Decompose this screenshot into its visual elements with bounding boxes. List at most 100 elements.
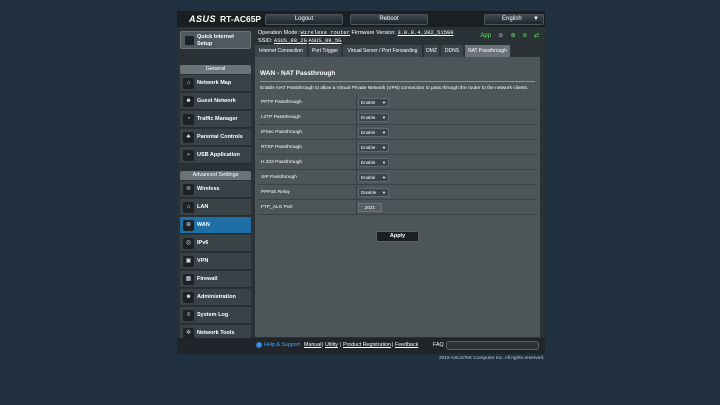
top-bar: ASUS RT-AC65P Logout Reboot English ▼	[177, 11, 545, 27]
op-mode-link[interactable]: Wireless router	[301, 29, 351, 36]
setting-label: L2TP Passthrough	[261, 115, 301, 120]
traffic-manager-icon: ◔	[183, 114, 194, 125]
user-icon[interactable]: ☺	[498, 33, 504, 39]
ipsec-passthrough-select[interactable]: Enable ▼	[358, 128, 389, 137]
tab-nat-passthrough[interactable]: NAT Passthrough	[465, 45, 511, 57]
globe-icon[interactable]: ⊕	[511, 33, 516, 39]
sidebar-item-firewall[interactable]: ▦ Firewall	[180, 271, 251, 288]
sidebar-item-label: IPv6	[197, 240, 209, 246]
usb-status-icon[interactable]: ⇄	[534, 33, 539, 39]
pppoe-relay-select[interactable]: Disable ▼	[358, 188, 389, 197]
wireless-icon: ≋	[183, 184, 194, 195]
router-admin-frame: ASUS RT-AC65P Logout Reboot English ▼ Op…	[177, 11, 545, 354]
sidebar-item-vpn[interactable]: ▣ VPN	[180, 253, 251, 270]
chevron-down-icon: ▼	[382, 175, 386, 180]
help-icon: ?	[256, 342, 262, 348]
sidebar-item-ipv6[interactable]: ◎ IPv6	[180, 235, 251, 252]
sidebar-item-label: Parental Controls	[197, 134, 243, 140]
select-value: Enable	[361, 145, 376, 150]
logout-button[interactable]: Logout	[265, 14, 343, 25]
quick-internet-setup-button[interactable]: Quick Internet Setup	[180, 31, 251, 49]
setting-row-sip: SIP Passthrough Enable ▼	[258, 170, 537, 185]
status-strip: Operation Mode: Wireless router Firmware…	[256, 28, 545, 46]
sidebar-item-lan[interactable]: ⌂ LAN	[180, 199, 251, 216]
sidebar-item-label: Firewall	[197, 276, 218, 282]
faq-search-input[interactable]	[446, 341, 539, 350]
tab-internet-connection[interactable]: Internet Connection	[255, 45, 308, 57]
setting-row-ftp-alg: FTP_ALG Port 2021	[258, 200, 537, 215]
setting-label: IPSec Passthrough	[261, 130, 303, 135]
sidebar-item-administration[interactable]: ☻ Administration	[180, 289, 251, 306]
sidebar-item-label: Wireless	[197, 186, 220, 192]
sidebar-item-usb-application[interactable]: ⌁ USB Application	[180, 147, 251, 164]
language-select[interactable]: English ▼	[484, 14, 544, 25]
sidebar-item-network-map[interactable]: ⌂ Network Map	[180, 75, 251, 92]
sip-passthrough-select[interactable]: Enable ▼	[358, 173, 389, 182]
cell-divider	[356, 125, 357, 140]
app-label[interactable]: App	[480, 33, 491, 39]
firmware-link[interactable]: 3.0.0.4.382_51599	[397, 29, 453, 36]
setting-label: FTP_ALG Port	[261, 205, 293, 210]
cell-divider	[356, 200, 357, 215]
sidebar-item-label: WAN	[197, 222, 210, 228]
setting-label: RTSP Passthrough	[261, 145, 302, 150]
sidebar-item-label: Network Tools	[197, 330, 235, 336]
tab-ddns[interactable]: DDNS	[441, 45, 464, 57]
setting-row-pppoe-relay: PPPoE Relay Disable ▼	[258, 185, 537, 200]
firmware-label: Firmware Version:	[351, 30, 396, 36]
sidebar-item-label: USB Application	[197, 152, 240, 158]
parental-controls-icon: ♣	[183, 132, 194, 143]
setting-row-h323: H.323 Passthrough Enable ▼	[258, 155, 537, 170]
chevron-down-icon: ▼	[382, 100, 386, 105]
sidebar-item-guest-network[interactable]: ☻ Guest Network	[180, 93, 251, 110]
cell-divider	[356, 155, 357, 170]
sidebar-item-label: LAN	[197, 204, 209, 210]
sidebar-item-label: Network Map	[197, 80, 232, 86]
sidebar-item-wan[interactable]: ⊕ WAN	[180, 217, 251, 234]
guest-network-icon: ☻	[183, 96, 194, 107]
select-value: Enable	[361, 175, 376, 180]
tab-port-trigger[interactable]: Port Trigger	[309, 45, 342, 57]
select-value: Enable	[361, 160, 376, 165]
setting-label: PPTP Passthrough	[261, 100, 302, 105]
ssid-5g-link[interactable]: ASUS_88_5G	[308, 37, 341, 44]
sidebar-item-label: Administration	[197, 294, 236, 300]
select-value: Disable	[361, 190, 377, 195]
chevron-down-icon: ▼	[382, 115, 386, 120]
model-name: RT-AC65P	[220, 14, 262, 24]
ssid-2g-link[interactable]: ASUS_88_2G	[274, 37, 307, 44]
help-support-label: Help & Support	[264, 342, 300, 348]
asus-logo: ASUS	[189, 14, 217, 24]
ftp-alg-port-input[interactable]: 2021	[358, 203, 382, 212]
faq-label: FAQ	[433, 342, 444, 348]
title-divider	[260, 81, 535, 82]
product-registration-link[interactable]: Product Registration	[343, 342, 391, 348]
apply-button[interactable]: Apply	[376, 231, 419, 242]
wifi-icon[interactable]: ≋	[522, 33, 527, 39]
chevron-down-icon: ▼	[382, 160, 386, 165]
quick-setup-icon	[185, 36, 194, 45]
tab-virtual-server[interactable]: Virtual Server / Port Forwarding	[343, 45, 423, 57]
feedback-link[interactable]: Feedback	[395, 342, 418, 348]
select-value: Enable	[361, 130, 376, 135]
sidebar-item-parental-controls[interactable]: ♣ Parental Controls	[180, 129, 251, 146]
h323-passthrough-select[interactable]: Enable ▼	[358, 158, 389, 167]
reboot-button[interactable]: Reboot	[350, 14, 428, 25]
sidebar-item-traffic-manager[interactable]: ◔ Traffic Manager	[180, 111, 251, 128]
l2tp-passthrough-select[interactable]: Enable ▼	[358, 113, 389, 122]
cell-divider	[356, 95, 357, 110]
chevron-down-icon: ▼	[382, 190, 386, 195]
sidebar-item-system-log[interactable]: ≡ System Log	[180, 307, 251, 324]
utility-link[interactable]: Utility	[325, 342, 338, 348]
tab-dmz[interactable]: DMZ	[424, 45, 440, 57]
sidebar-item-label: Traffic Manager	[197, 116, 238, 122]
chevron-down-icon: ▼	[533, 16, 539, 22]
chevron-down-icon: ▼	[382, 130, 386, 135]
rtsp-passthrough-select[interactable]: Enable ▼	[358, 143, 389, 152]
lan-icon: ⌂	[183, 202, 194, 213]
setting-row-l2tp: L2TP Passthrough Enable ▼	[258, 110, 537, 125]
cell-divider	[356, 110, 357, 125]
sidebar-item-wireless[interactable]: ≋ Wireless	[180, 181, 251, 198]
pptp-passthrough-select[interactable]: Enable ▼	[358, 98, 389, 107]
manual-link[interactable]: Manual	[304, 342, 321, 348]
